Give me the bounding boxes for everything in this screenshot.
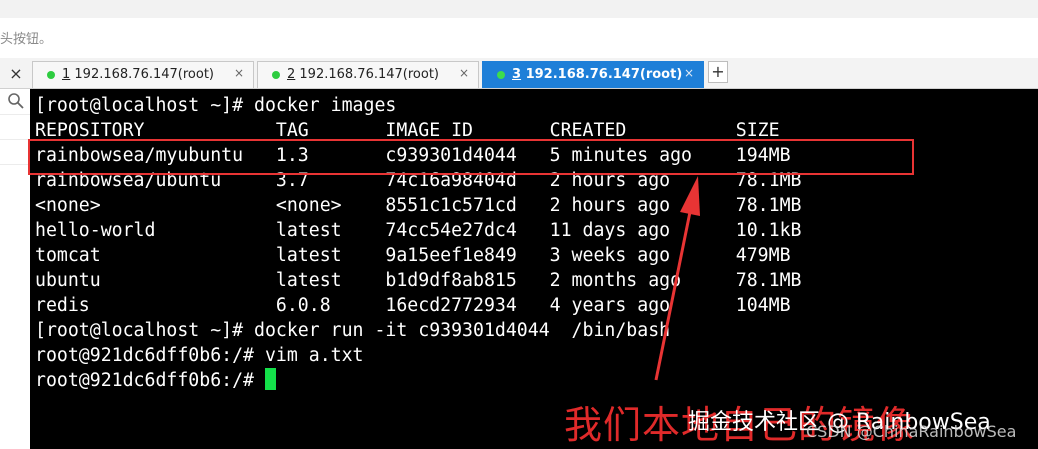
terminal-line: ubuntu latest b1d9df8ab815 2 months ago … <box>35 270 802 291</box>
terminal-line: [root@localhost ~]# docker images <box>35 95 397 116</box>
terminal-line: <none> <none> 8551c1c571cd 2 hours ago 7… <box>35 195 802 216</box>
sidebar <box>0 89 31 449</box>
terminal-line: hello-world latest 74cc54e27dc4 11 days … <box>35 220 802 241</box>
close-icon[interactable]: × <box>6 64 26 84</box>
terminal-cursor <box>264 368 276 390</box>
tab-label: 3 192.168.76.147(root) <box>512 67 683 82</box>
terminal-line: tomcat latest 9a15eef1e849 3 weeks ago 4… <box>35 245 791 266</box>
divider <box>0 114 30 115</box>
connected-status-icon <box>47 71 55 79</box>
add-tab-button[interactable]: + <box>708 61 728 83</box>
tab-close-icon[interactable]: × <box>234 66 244 80</box>
terminal-line: REPOSITORY TAG IMAGE ID CREATED SIZE <box>35 120 780 141</box>
watermark-csdn: CSDN @ChinaRainbowSea <box>806 422 1017 441</box>
top-strip <box>0 0 1038 18</box>
connected-status-icon <box>497 71 505 79</box>
search-icon[interactable] <box>7 92 25 110</box>
tab-session-3[interactable]: 3 192.168.76.147(root) × <box>482 61 704 88</box>
terminal-line: root@921dc6dff0b6:/# vim a.txt <box>35 345 364 366</box>
tab-close-icon[interactable]: × <box>684 66 694 80</box>
terminal-output: [root@localhost ~]# docker images REPOSI… <box>35 93 802 393</box>
connected-status-icon <box>272 71 280 79</box>
terminal-line: root@921dc6dff0b6:/# <box>35 370 265 391</box>
divider <box>0 164 30 165</box>
divider <box>0 139 30 140</box>
tab-label: 2 192.168.76.147(root) <box>287 67 439 82</box>
hint-text: 头按钮。 <box>0 32 53 47</box>
screenshot-root: 头按钮。 × 1 192.168.76.147(root) × 2 192.16… <box>0 0 1038 449</box>
highlight-box <box>28 139 914 175</box>
tab-bar: × 1 192.168.76.147(root) × 2 192.168.76.… <box>0 58 1038 89</box>
terminal-line: [root@localhost ~]# docker run -it c9393… <box>35 320 671 341</box>
tab-session-1[interactable]: 1 192.168.76.147(root) × <box>32 61 254 88</box>
tab-label: 1 192.168.76.147(root) <box>62 67 214 82</box>
tab-close-icon[interactable]: × <box>459 66 469 80</box>
tab-session-2[interactable]: 2 192.168.76.147(root) × <box>257 61 479 88</box>
terminal-line: redis 6.0.8 16ecd2772934 4 years ago 104… <box>35 295 791 316</box>
